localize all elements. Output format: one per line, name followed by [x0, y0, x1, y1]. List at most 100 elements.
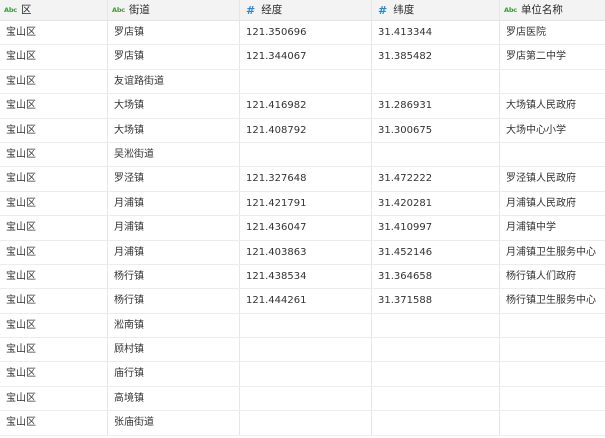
cell-district[interactable]: 宝山区: [0, 21, 108, 45]
cell-unit-name[interactable]: 罗泾镇人民政府: [500, 167, 605, 190]
cell-latitude[interactable]: 31.371588: [372, 289, 500, 313]
table-row[interactable]: 宝山区 罗店镇 121.344067 31.385482 罗店第二中学: [0, 45, 605, 70]
cell-unit-name[interactable]: [500, 411, 605, 434]
cell-latitude[interactable]: [372, 411, 500, 435]
table-row[interactable]: 宝山区 高境镇: [0, 386, 605, 412]
cell-district[interactable]: 宝山区: [0, 45, 108, 69]
cell-longitude[interactable]: 121.438534: [240, 264, 372, 289]
cell-district[interactable]: 宝山区: [0, 411, 108, 435]
cell-unit-name[interactable]: 罗店第二中学: [500, 45, 605, 68]
cell-district[interactable]: 宝山区: [0, 69, 108, 94]
cell-street[interactable]: 大场镇: [108, 118, 240, 142]
cell-street[interactable]: 罗店镇: [108, 45, 240, 69]
cell-unit-name[interactable]: 大场镇人民政府: [500, 94, 605, 117]
table-row[interactable]: 宝山区 庙行镇: [0, 362, 605, 387]
cell-street[interactable]: 大场镇: [108, 94, 240, 118]
cell-latitude[interactable]: [372, 313, 500, 338]
cell-district[interactable]: 宝山区: [0, 216, 108, 240]
table-row[interactable]: 宝山区 顾村镇: [0, 338, 605, 363]
cell-district[interactable]: 宝山区: [0, 289, 108, 313]
column-header-latitude[interactable]: # 纬度: [372, 0, 500, 20]
cell-district[interactable]: 宝山区: [0, 118, 108, 142]
table-row[interactable]: 宝山区 月浦镇 121.421791 31.420281 月浦镇人民政府: [0, 191, 605, 217]
cell-street[interactable]: 庙行镇: [108, 362, 240, 386]
cell-district[interactable]: 宝山区: [0, 191, 108, 216]
cell-unit-name[interactable]: [500, 338, 605, 361]
cell-unit-name[interactable]: 月浦镇卫生服务中心: [500, 241, 605, 264]
cell-district[interactable]: 宝山区: [0, 338, 108, 362]
cell-street[interactable]: 杨行镇: [108, 264, 240, 289]
cell-longitude[interactable]: 121.403863: [240, 240, 372, 264]
table-row[interactable]: 宝山区 杨行镇 121.444261 31.371588 杨行镇卫生服务中心: [0, 289, 605, 314]
cell-longitude[interactable]: [240, 142, 372, 167]
cell-unit-name[interactable]: 月浦镇人民政府: [500, 192, 605, 215]
cell-street[interactable]: 杨行镇: [108, 289, 240, 313]
cell-longitude[interactable]: 121.416982: [240, 94, 372, 118]
cell-street[interactable]: 罗店镇: [108, 21, 240, 45]
table-row[interactable]: 宝山区 月浦镇 121.403863 31.452146 月浦镇卫生服务中心: [0, 240, 605, 265]
table-row[interactable]: 宝山区 月浦镇 121.436047 31.410997 月浦镇中学: [0, 216, 605, 241]
cell-longitude[interactable]: [240, 362, 372, 386]
cell-latitude[interactable]: [372, 69, 500, 94]
cell-latitude[interactable]: [372, 362, 500, 386]
cell-street[interactable]: 友谊路街道: [108, 69, 240, 94]
cell-street[interactable]: 吴淞街道: [108, 142, 240, 167]
cell-unit-name[interactable]: 杨行镇卫生服务中心: [500, 289, 605, 312]
cell-district[interactable]: 宝山区: [0, 94, 108, 118]
cell-latitude[interactable]: [372, 338, 500, 362]
cell-longitude[interactable]: 121.327648: [240, 167, 372, 191]
cell-street[interactable]: 月浦镇: [108, 240, 240, 264]
table-row[interactable]: 宝山区 友谊路街道: [0, 69, 605, 95]
cell-unit-name[interactable]: 罗店医院: [500, 21, 605, 44]
cell-district[interactable]: 宝山区: [0, 240, 108, 264]
cell-unit-name[interactable]: [500, 143, 605, 166]
cell-district[interactable]: 宝山区: [0, 362, 108, 386]
cell-street[interactable]: 淞南镇: [108, 313, 240, 338]
cell-longitude[interactable]: 121.421791: [240, 191, 372, 216]
cell-street[interactable]: 月浦镇: [108, 216, 240, 240]
cell-latitude[interactable]: 31.410997: [372, 216, 500, 240]
cell-longitude[interactable]: [240, 386, 372, 411]
cell-unit-name[interactable]: [500, 70, 605, 93]
table-row[interactable]: 宝山区 罗泾镇 121.327648 31.472222 罗泾镇人民政府: [0, 167, 605, 192]
table-row[interactable]: 宝山区 罗店镇 121.350696 31.413344 罗店医院: [0, 21, 605, 46]
cell-district[interactable]: 宝山区: [0, 167, 108, 191]
table-row[interactable]: 宝山区 吴淞街道: [0, 142, 605, 168]
cell-longitude[interactable]: [240, 411, 372, 435]
column-header-unit-name[interactable]: Abc 单位名称: [500, 0, 605, 20]
cell-unit-name[interactable]: [500, 362, 605, 385]
cell-unit-name[interactable]: 月浦镇中学: [500, 216, 605, 239]
cell-longitude[interactable]: 121.408792: [240, 118, 372, 142]
cell-latitude[interactable]: [372, 386, 500, 411]
cell-longitude[interactable]: 121.436047: [240, 216, 372, 240]
column-header-longitude[interactable]: # 经度: [240, 0, 372, 20]
cell-latitude[interactable]: 31.385482: [372, 45, 500, 69]
cell-longitude[interactable]: 121.444261: [240, 289, 372, 313]
cell-street[interactable]: 顾村镇: [108, 338, 240, 362]
table-row[interactable]: 宝山区 大场镇 121.416982 31.286931 大场镇人民政府: [0, 94, 605, 119]
table-row[interactable]: 宝山区 张庙街道: [0, 411, 605, 436]
cell-latitude[interactable]: 31.413344: [372, 21, 500, 45]
table-row[interactable]: 宝山区 大场镇 121.408792 31.300675 大场中心小学: [0, 118, 605, 143]
cell-street[interactable]: 高境镇: [108, 386, 240, 411]
table-row[interactable]: 宝山区 淞南镇: [0, 313, 605, 339]
column-header-district[interactable]: Abc 区: [0, 0, 108, 20]
cell-longitude[interactable]: [240, 338, 372, 362]
cell-district[interactable]: 宝山区: [0, 386, 108, 411]
cell-district[interactable]: 宝山区: [0, 142, 108, 167]
cell-latitude[interactable]: [372, 142, 500, 167]
cell-latitude[interactable]: 31.286931: [372, 94, 500, 118]
cell-latitude[interactable]: 31.472222: [372, 167, 500, 191]
cell-unit-name[interactable]: 杨行镇人们政府: [500, 265, 605, 288]
cell-district[interactable]: 宝山区: [0, 313, 108, 338]
table-row[interactable]: 宝山区 杨行镇 121.438534 31.364658 杨行镇人们政府: [0, 264, 605, 290]
cell-street[interactable]: 罗泾镇: [108, 167, 240, 191]
cell-unit-name[interactable]: [500, 387, 605, 410]
cell-unit-name[interactable]: 大场中心小学: [500, 119, 605, 142]
cell-latitude[interactable]: 31.300675: [372, 118, 500, 142]
cell-unit-name[interactable]: [500, 314, 605, 337]
cell-latitude[interactable]: 31.420281: [372, 191, 500, 216]
cell-longitude[interactable]: [240, 69, 372, 94]
cell-longitude[interactable]: 121.350696: [240, 21, 372, 45]
cell-longitude[interactable]: [240, 313, 372, 338]
